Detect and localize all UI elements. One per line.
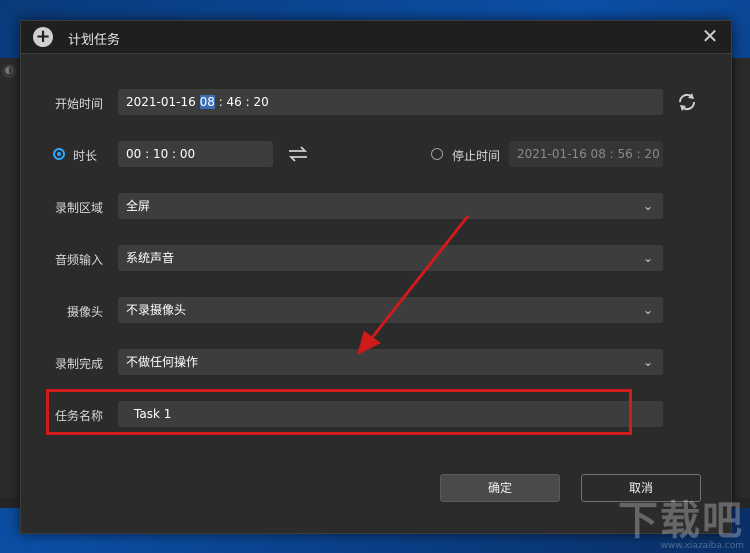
stop-time-field: 2021-01-16 08 : 56 : 20	[509, 141, 663, 167]
chevron-down-icon: ⌄	[642, 355, 653, 369]
audio-input-value: 系统声音	[126, 251, 175, 265]
on-complete-value: 不做任何操作	[126, 355, 199, 369]
stop-time-label: 停止时间	[452, 149, 501, 163]
add-circle-icon: +	[33, 27, 53, 47]
swap-icon[interactable]	[285, 142, 311, 166]
record-area-value: 全屏	[126, 199, 151, 213]
time-separator: :	[245, 95, 254, 109]
chevron-down-icon: ⌄	[642, 199, 653, 213]
audio-input-select[interactable]: 系统声音 ⌄	[118, 245, 663, 271]
record-area-select[interactable]: 全屏 ⌄	[118, 193, 663, 219]
time-separator: :	[218, 95, 227, 109]
start-time-label: 开始时间	[55, 97, 104, 111]
background-app-icon: ◐	[2, 64, 16, 78]
stop-time-radio[interactable]	[431, 148, 443, 160]
refresh-time-icon[interactable]	[675, 90, 699, 114]
duration-label: 时长	[73, 149, 98, 163]
dialog-title: 计划任务	[68, 33, 121, 48]
duration-field[interactable]: 00 : 10 : 00	[118, 141, 273, 167]
ok-button[interactable]: 确定	[440, 474, 560, 502]
audio-input-label: 音频输入	[55, 253, 104, 267]
start-date: 2021-01-16	[126, 95, 196, 109]
camera-value: 不录摄像头	[126, 303, 187, 317]
dialog-titlebar: + 计划任务 ✕	[21, 21, 731, 54]
camera-label: 摄像头	[67, 305, 104, 319]
watermark-logo: 下载吧	[618, 498, 744, 544]
background-window-edge	[0, 58, 20, 498]
on-complete-label: 录制完成	[55, 357, 104, 371]
task-name-input[interactable]: Task 1	[118, 401, 663, 427]
watermark: 下载吧 www.xiazaiba.com	[618, 501, 744, 551]
schedule-task-dialog: + 计划任务 ✕ 开始时间 2021-01-16 08 : 46 : 20 时长…	[20, 20, 732, 534]
record-area-label: 录制区域	[55, 201, 104, 215]
start-minute[interactable]: 46	[227, 95, 242, 109]
task-name-label: 任务名称	[55, 409, 104, 423]
duration-radio[interactable]	[53, 148, 65, 160]
background-window-edge-right	[735, 58, 750, 498]
on-complete-select[interactable]: 不做任何操作 ⌄	[118, 349, 663, 375]
chevron-down-icon: ⌄	[642, 251, 653, 265]
camera-select[interactable]: 不录摄像头 ⌄	[118, 297, 663, 323]
start-hour[interactable]: 08	[199, 95, 215, 109]
start-time-field[interactable]: 2021-01-16 08 : 46 : 20	[118, 89, 663, 115]
close-button[interactable]: ✕	[699, 25, 721, 47]
chevron-down-icon: ⌄	[642, 303, 653, 317]
start-second[interactable]: 20	[254, 95, 269, 109]
